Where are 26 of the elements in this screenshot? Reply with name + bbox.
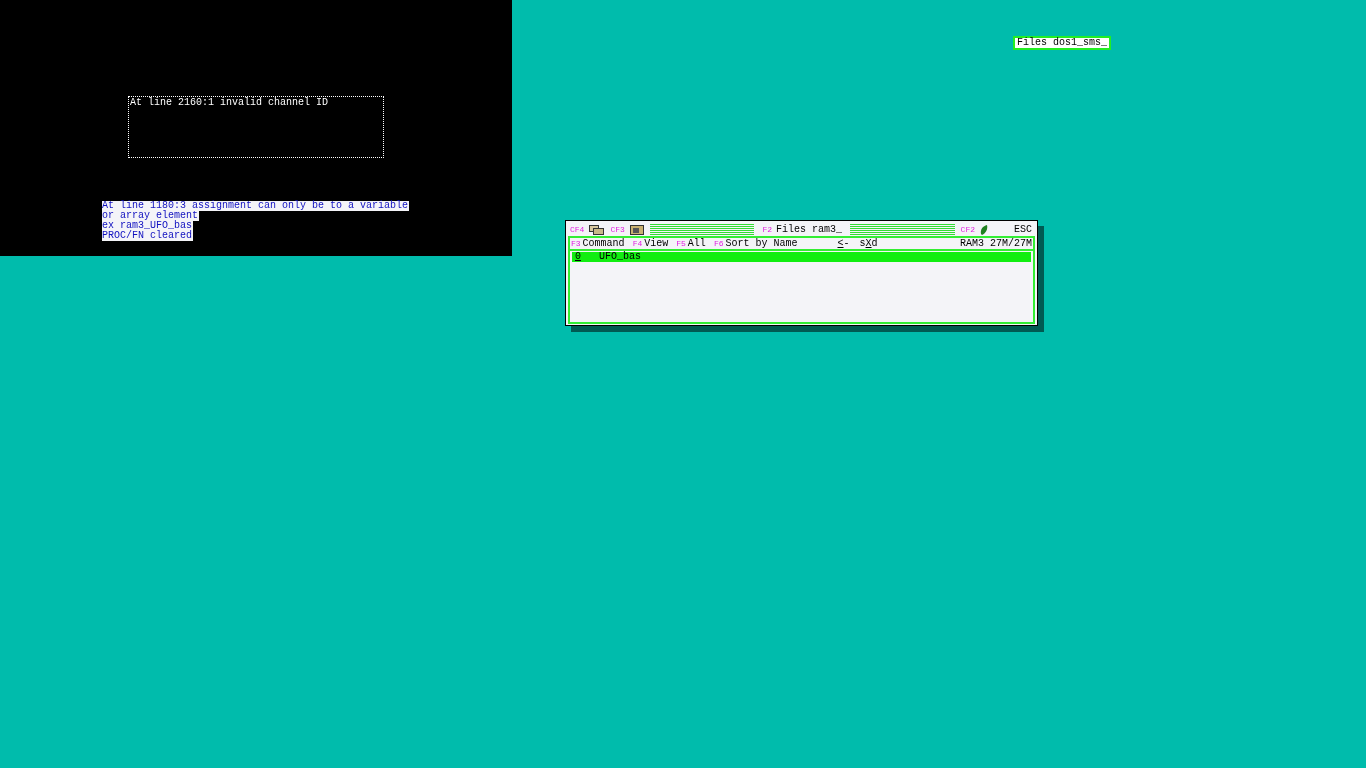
- window-title: Files ram3_: [776, 224, 842, 235]
- nav-button[interactable]: <-: [837, 238, 850, 249]
- file-row[interactable]: 0 UFO_bas: [572, 252, 1031, 262]
- toolbar-button[interactable]: CF2: [960, 224, 988, 235]
- escape-button[interactable]: ESC: [1014, 224, 1032, 235]
- key-label: CF3: [610, 224, 625, 235]
- drive-info: RAM3 27M/27M: [960, 238, 1032, 249]
- leaf-icon: [980, 224, 988, 235]
- error-message: At line 2160:1 invalid channel ID: [130, 97, 329, 108]
- window-title: Files dos1_sms_: [1017, 38, 1107, 48]
- toolbar-button[interactable]: CF3: [610, 224, 644, 235]
- key-label: CF4: [570, 224, 585, 235]
- box-icon: [629, 224, 644, 235]
- menu-item[interactable]: F5 All: [676, 238, 706, 249]
- console-message: PROC/FN cleared: [102, 231, 193, 241]
- key-label: CF2: [960, 224, 975, 235]
- console-message: At line 1180:3 assignment can only be to a variable: [102, 201, 410, 211]
- windows-icon: [589, 224, 605, 235]
- console-message: ex ram3_UFO_bas: [102, 221, 193, 231]
- menu-item[interactable]: F6 Sort by Name: [713, 238, 798, 249]
- menu-item[interactable]: F4 View: [632, 238, 669, 249]
- nav-button[interactable]: sXd: [859, 238, 878, 249]
- toolbar-button[interactable]: CF4: [570, 224, 605, 235]
- menu-item[interactable]: F3 Command: [571, 238, 625, 249]
- console-message: or array element: [102, 211, 199, 221]
- key-label: F2: [762, 224, 772, 235]
